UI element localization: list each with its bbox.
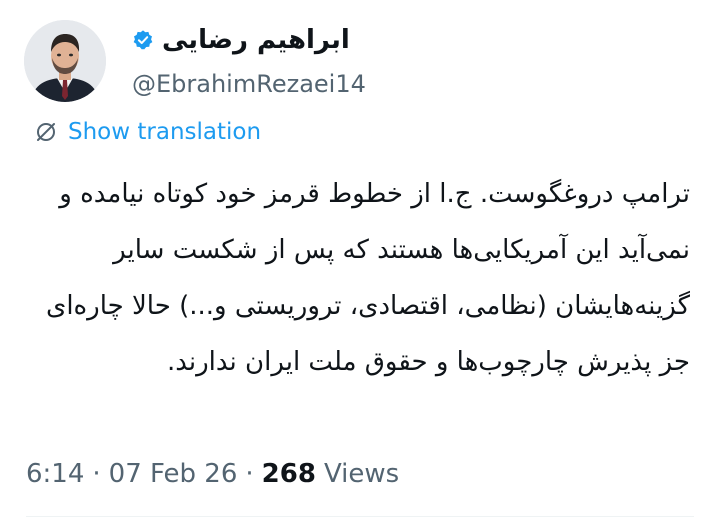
author-block: ابراهیم رضایی @EbrahimRezaei14 <box>132 20 552 102</box>
meta-separator: · <box>92 459 101 489</box>
display-name[interactable]: ابراهیم رضایی <box>162 20 350 60</box>
views-label: Views <box>323 459 400 489</box>
views-count[interactable]: 268 <box>262 459 316 489</box>
divider <box>26 516 694 517</box>
verified-badge-icon <box>132 29 154 51</box>
tweet-card: ابراهیم رضایی @EbrahimRezaei14 Show tran… <box>0 0 720 527</box>
tweet-meta: 6:14 · 07 Feb 26 · 268 Views <box>26 454 399 494</box>
meta-separator: · <box>245 459 254 489</box>
show-translation-link[interactable]: Show translation <box>34 116 261 148</box>
user-handle[interactable]: @EbrahimRezaei14 <box>132 66 552 102</box>
avatar-photo-icon <box>24 20 106 102</box>
show-translation-label: Show translation <box>68 119 262 145</box>
tweet-date[interactable]: 07 Feb 26 <box>109 459 238 489</box>
name-row: ابراهیم رضایی <box>132 20 552 60</box>
translate-icon <box>34 120 58 144</box>
tweet-time[interactable]: 6:14 <box>26 459 84 489</box>
avatar[interactable] <box>24 20 106 102</box>
tweet-text: ترامپ دروغگوست. ج.ا از خطوط قرمز خود کوت… <box>45 179 690 377</box>
